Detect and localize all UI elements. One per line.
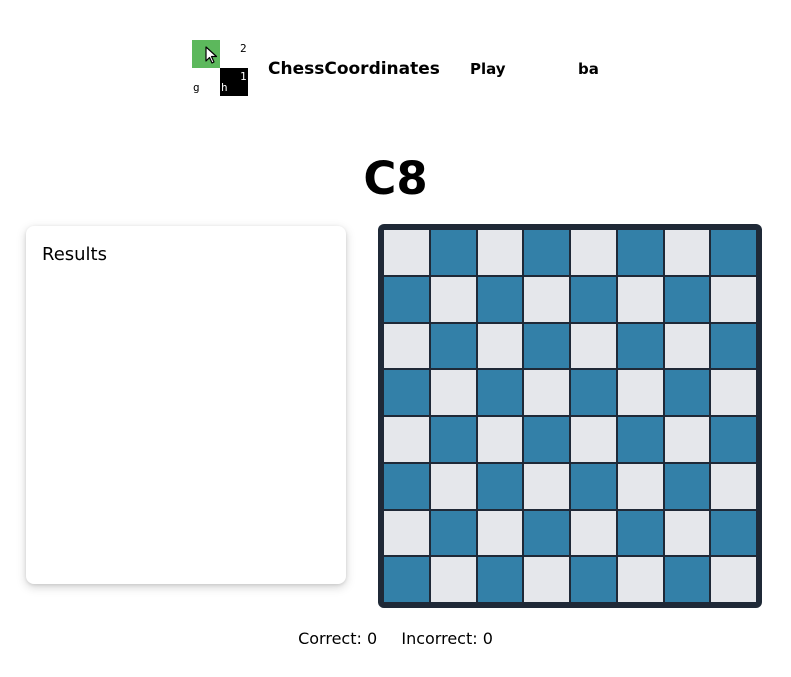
board-square[interactable] — [477, 463, 523, 509]
board-square[interactable] — [571, 463, 616, 509]
board-square[interactable] — [524, 463, 569, 509]
board-square[interactable] — [711, 230, 756, 275]
board-square[interactable] — [571, 276, 616, 322]
board-square[interactable] — [430, 370, 476, 415]
target-coordinate: C8 — [363, 152, 428, 205]
board-square[interactable] — [664, 230, 710, 275]
board-square[interactable] — [711, 370, 756, 415]
board-square[interactable] — [664, 323, 710, 369]
board-square[interactable] — [430, 463, 476, 509]
board-square[interactable] — [430, 417, 476, 462]
board-square[interactable] — [477, 230, 523, 275]
logo-file-h: h — [221, 81, 228, 94]
board-square[interactable] — [430, 510, 476, 556]
board-square[interactable] — [524, 276, 569, 322]
board-square[interactable] — [384, 230, 429, 275]
nav-play-link[interactable]: Play — [470, 60, 506, 78]
logo-file-g: g — [193, 81, 200, 94]
cursor-icon — [205, 46, 218, 64]
board-square[interactable] — [477, 276, 523, 322]
board-square[interactable] — [430, 323, 476, 369]
board-square[interactable] — [477, 417, 523, 462]
board-square[interactable] — [617, 557, 663, 602]
board-square[interactable] — [384, 417, 429, 462]
board-square[interactable] — [617, 323, 663, 369]
board-square[interactable] — [711, 323, 756, 369]
board-square[interactable] — [571, 230, 616, 275]
correct-count: 0 — [366, 629, 378, 648]
board-square[interactable] — [524, 557, 569, 602]
incorrect-count: 0 — [482, 629, 493, 648]
board-square[interactable] — [571, 510, 616, 556]
board-square[interactable] — [711, 510, 756, 556]
results-panel: Results — [26, 226, 346, 584]
correct-label: Correct: — [298, 629, 362, 648]
brand-title[interactable]: ChessCoordinates — [268, 59, 440, 79]
board-square[interactable] — [477, 323, 523, 369]
board-grid — [384, 230, 756, 602]
board-square[interactable] — [524, 230, 569, 275]
score-bar: Correct: 0 Incorrect: 0 — [0, 629, 791, 649]
board-square[interactable] — [664, 417, 710, 462]
logo-rank-1: 1 — [240, 70, 247, 83]
app-logo[interactable]: 2 1 g h — [192, 40, 248, 96]
board-square[interactable] — [384, 323, 429, 369]
board-square[interactable] — [617, 510, 663, 556]
board-square[interactable] — [571, 323, 616, 369]
board-square[interactable] — [711, 557, 756, 602]
board-square[interactable] — [617, 370, 663, 415]
board-square[interactable] — [430, 276, 476, 322]
board-square[interactable] — [524, 510, 569, 556]
results-title: Results — [42, 244, 107, 265]
board-square[interactable] — [477, 510, 523, 556]
board-square[interactable] — [617, 230, 663, 275]
chess-board — [378, 224, 762, 608]
board-square[interactable] — [711, 276, 756, 322]
board-square[interactable] — [711, 417, 756, 462]
board-square[interactable] — [664, 370, 710, 415]
board-square[interactable] — [430, 557, 476, 602]
board-square[interactable] — [477, 370, 523, 415]
board-square[interactable] — [384, 370, 429, 415]
board-square[interactable] — [617, 276, 663, 322]
board-square[interactable] — [571, 370, 616, 415]
language-selector[interactable]: ba — [578, 60, 599, 78]
board-square[interactable] — [384, 510, 429, 556]
board-square[interactable] — [571, 557, 616, 602]
board-square[interactable] — [384, 276, 429, 322]
board-square[interactable] — [664, 510, 710, 556]
board-square[interactable] — [617, 463, 663, 509]
board-square[interactable] — [664, 276, 710, 322]
board-square[interactable] — [664, 463, 710, 509]
incorrect-label: Incorrect: — [401, 629, 478, 648]
board-square[interactable] — [524, 323, 569, 369]
board-square[interactable] — [617, 417, 663, 462]
logo-rank-2: 2 — [240, 42, 247, 55]
board-square[interactable] — [430, 230, 476, 275]
board-square[interactable] — [524, 370, 569, 415]
board-square[interactable] — [711, 463, 756, 509]
board-square[interactable] — [384, 463, 429, 509]
board-square[interactable] — [524, 417, 569, 462]
board-square[interactable] — [384, 557, 429, 602]
board-square[interactable] — [664, 557, 710, 602]
board-square[interactable] — [477, 557, 523, 602]
board-square[interactable] — [571, 417, 616, 462]
